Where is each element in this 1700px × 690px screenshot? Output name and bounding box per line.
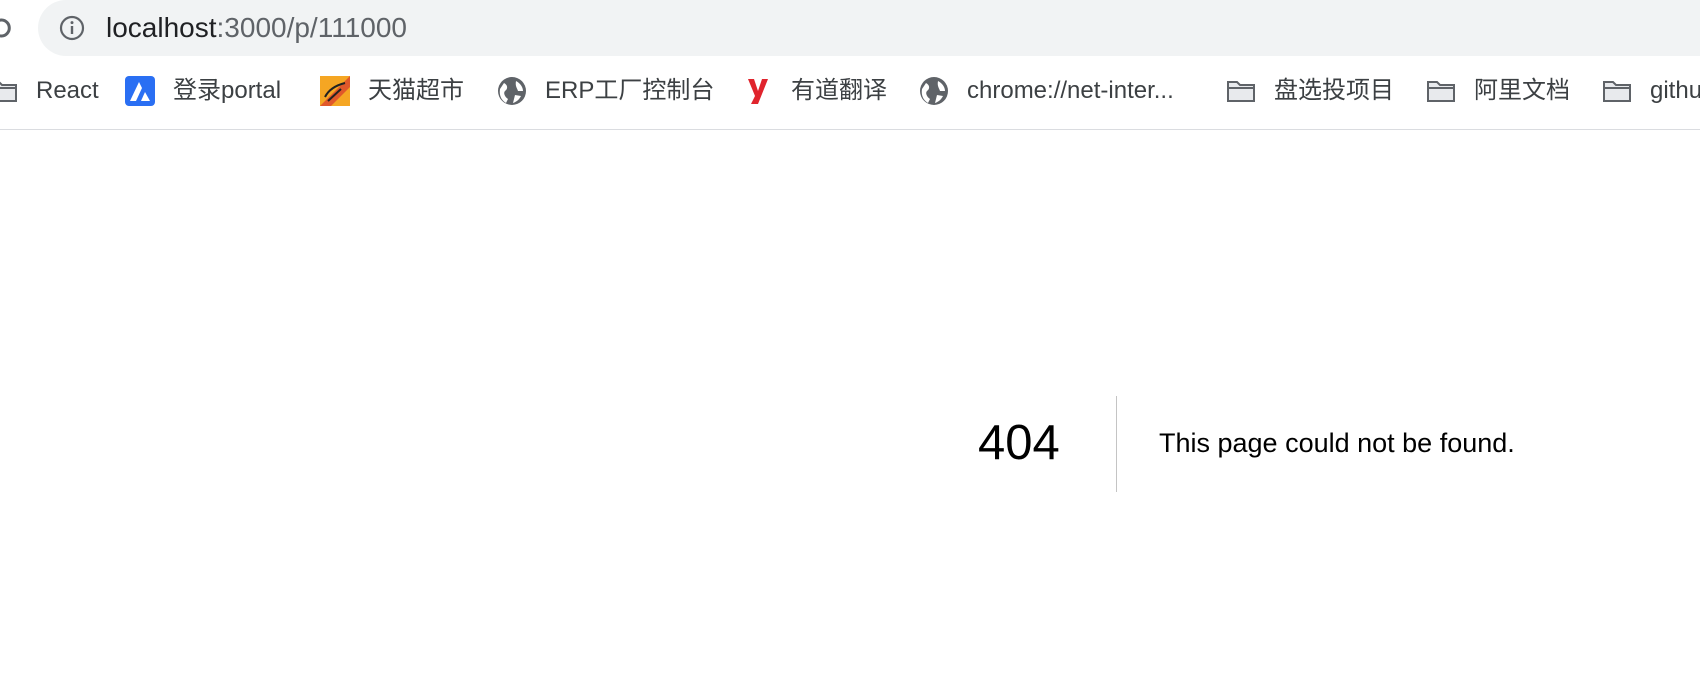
folder-icon xyxy=(1603,81,1631,102)
reload-icon[interactable] xyxy=(0,12,12,44)
url-path: :3000/p/111000 xyxy=(216,12,407,43)
address-bar[interactable]: localhost:3000/p/111000 xyxy=(38,0,1700,56)
portal-logo-icon xyxy=(125,76,155,106)
bookmark-react[interactable]: React xyxy=(0,70,99,112)
page-content: 404 This page could not be found. xyxy=(0,130,1700,690)
bookmark-label: 天猫超市 xyxy=(368,77,464,104)
bookmark-tmall[interactable]: 天猫超市 xyxy=(319,70,464,112)
bookmark-folder-ali-docs[interactable]: 阿里文档 xyxy=(1425,70,1570,112)
error-code: 404 xyxy=(978,416,1060,470)
bookmark-label: chrome://net-inter... xyxy=(967,77,1174,104)
globe-icon xyxy=(920,77,948,105)
url-host: localhost xyxy=(106,12,217,43)
bookmark-label: React xyxy=(36,77,99,104)
bookmark-label: 阿里文档 xyxy=(1474,77,1570,104)
bookmark-label: 登录portal xyxy=(173,77,282,104)
youdao-logo-icon xyxy=(748,79,768,104)
globe-icon xyxy=(498,77,526,105)
folder-icon xyxy=(1227,81,1255,102)
error-message: This page could not be found. xyxy=(1159,428,1515,458)
bookmark-label: ERP工厂控制台 xyxy=(545,77,715,104)
bookmark-erp[interactable]: ERP工厂控制台 xyxy=(496,70,714,112)
bookmark-folder-github[interactable]: githu xyxy=(1601,70,1700,112)
browser-chrome: localhost:3000/p/111000 React 登录portal 天… xyxy=(0,0,1700,130)
url-text[interactable]: localhost:3000/p/111000 xyxy=(106,11,407,45)
folder-icon xyxy=(1427,81,1455,102)
bookmark-portal[interactable]: 登录portal xyxy=(124,70,281,112)
bookmark-folder-panxuantou[interactable]: 盘选投项目 xyxy=(1225,70,1394,112)
bookmark-chrome-net-internals[interactable]: chrome://net-inter... xyxy=(918,70,1174,112)
tmall-logo-icon xyxy=(320,76,350,106)
error-divider xyxy=(1116,396,1117,492)
bookmark-youdao[interactable]: 有道翻译 xyxy=(742,70,887,112)
info-icon[interactable] xyxy=(59,15,85,41)
folder-icon xyxy=(0,81,17,102)
bookmark-label: 有道翻译 xyxy=(791,77,887,104)
bookmark-label: 盘选投项目 xyxy=(1274,77,1394,104)
bookmark-label: githu xyxy=(1650,77,1700,104)
bookmarks-bar: React 登录portal 天猫超市 ERP工厂控制台 有道翻译 chrome… xyxy=(0,70,1700,112)
